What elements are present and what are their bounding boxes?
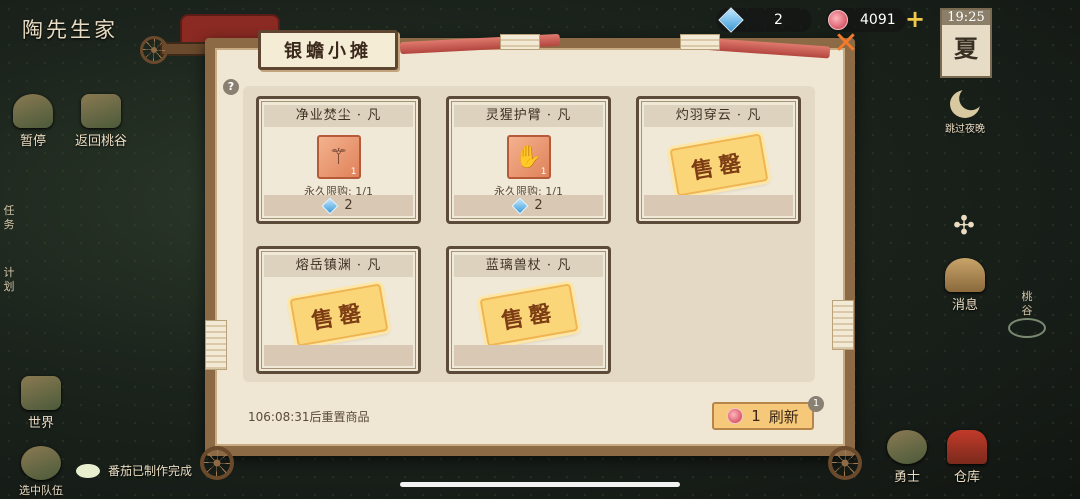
bandage-decoration	[832, 300, 854, 350]
item-name: 熔岳镇渊 · 凡	[264, 255, 413, 277]
warrior-icon	[887, 430, 927, 464]
shop-item-card: 熔岳镇渊 · 凡 售罄	[256, 246, 421, 374]
bandage-decoration	[680, 34, 720, 50]
refresh-button[interactable]: 1 刷新	[712, 402, 814, 430]
world-map-icon	[21, 376, 61, 410]
reset-timer: 106:08:31后重置商品	[248, 410, 370, 424]
tomato-icon	[76, 463, 100, 478]
item-quantity: 1	[540, 167, 547, 177]
sold-out-stamp: 售罄	[479, 283, 578, 347]
shop-item-card: 灼羽穿云 · 凡 售罄	[636, 96, 801, 224]
plan-tab[interactable]: 计划	[2, 266, 16, 294]
bandage-decoration	[500, 34, 540, 50]
world-button[interactable]: 世界	[6, 376, 76, 431]
return-icon	[81, 94, 121, 128]
gem-icon	[321, 197, 339, 214]
peach-valley-label: 桃谷	[1021, 290, 1033, 317]
shop-title: 银蟾小摊	[258, 30, 398, 70]
bell-icon	[945, 258, 985, 292]
messages-button[interactable]: 消息	[930, 258, 1000, 313]
tasks-tab[interactable]: 任务	[2, 204, 16, 232]
team-button[interactable]: 选中队伍	[6, 446, 76, 498]
add-currency-button[interactable]: +	[905, 7, 925, 31]
item-name: 净业焚尘 · 凡	[264, 105, 413, 127]
team-avatar-icon	[21, 446, 61, 480]
item-quantity: 1	[350, 167, 357, 177]
item-name: 灼羽穿云 · 凡	[644, 105, 793, 127]
return-to-valley-button[interactable]: 返回桃谷	[66, 94, 136, 149]
warehouse-button[interactable]: 仓库	[932, 430, 1002, 485]
skip-night-button[interactable]: 跳过夜晚	[930, 90, 1000, 135]
refresh-count-badge: 1	[808, 396, 824, 412]
pause-icon	[13, 94, 53, 128]
game-title: 陶先生家	[22, 18, 118, 42]
item-name: 蓝璃兽杖 · 凡	[454, 255, 603, 277]
gem-counter: 2	[716, 7, 812, 33]
item-price: 2	[264, 195, 413, 216]
bandage-decoration	[205, 320, 227, 370]
sold-out-stamp: 售罄	[289, 283, 388, 347]
pause-button[interactable]: 暂停	[0, 94, 68, 149]
close-icon[interactable]: ✕	[832, 29, 860, 59]
bracer-icon: ✋ 1	[506, 135, 551, 179]
gem-icon	[718, 7, 744, 33]
clover-menu-icon[interactable]: ✣	[950, 212, 978, 240]
season-clock: 19:25 夏	[940, 8, 992, 78]
incense-staff-icon: ⚚ 1	[316, 135, 361, 179]
cart-wheel	[828, 446, 862, 480]
target-icon[interactable]	[1008, 318, 1046, 338]
moon-icon	[950, 90, 980, 118]
help-icon[interactable]: ?	[223, 79, 239, 95]
flower-currency-icon	[727, 408, 744, 424]
warehouse-icon	[947, 430, 987, 464]
item-name: 灵猩护臂 · 凡	[454, 105, 603, 127]
shop-item-card[interactable]: 净业焚尘 · 凡 ⚚ 1 永久限购: 1/1 2	[256, 96, 421, 224]
home-indicator[interactable]	[400, 482, 680, 487]
item-price: 2	[454, 195, 603, 216]
shop-item-card: 蓝璃兽杖 · 凡 售罄	[446, 246, 611, 374]
gem-icon	[511, 197, 529, 214]
notification: 番茄已制作完成	[76, 462, 192, 479]
shop-item-card[interactable]: 灵猩护臂 · 凡 ✋ 1 永久限购: 1/1 2	[446, 96, 611, 224]
sold-out-stamp: 售罄	[669, 133, 768, 197]
cart-wheel	[200, 446, 234, 480]
